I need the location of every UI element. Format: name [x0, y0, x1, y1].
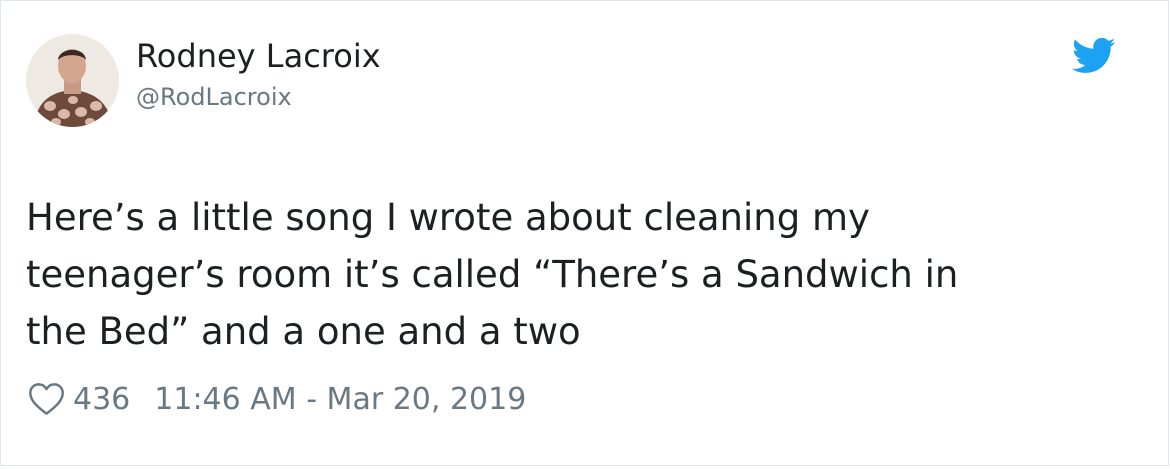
tweet-timestamp[interactable]: 11:46 AM - Mar 20, 2019	[154, 382, 526, 417]
tweet-card: Rodney Lacroix @RodLacroix Here’s a litt…	[0, 0, 1169, 466]
tweet-text-line: teenager’s room it’s called “There’s a S…	[26, 253, 959, 296]
author-display-name[interactable]: Rodney Lacroix	[136, 34, 381, 78]
like-count[interactable]: 436	[73, 382, 130, 417]
avatar[interactable]	[26, 34, 119, 127]
author-handle[interactable]: @RodLacroix	[136, 81, 292, 113]
tweet-text-line: Here’s a little song I wrote about clean…	[26, 196, 870, 239]
tweet-text-line: the Bed” and a one and a two	[26, 310, 581, 353]
twitter-bird-icon[interactable]	[1072, 37, 1116, 75]
heart-outline-icon[interactable]	[28, 382, 65, 416]
tweet-text: Here’s a little song I wrote about clean…	[26, 189, 1136, 360]
tweet-meta: 436 11:46 AM - Mar 20, 2019	[28, 379, 526, 419]
